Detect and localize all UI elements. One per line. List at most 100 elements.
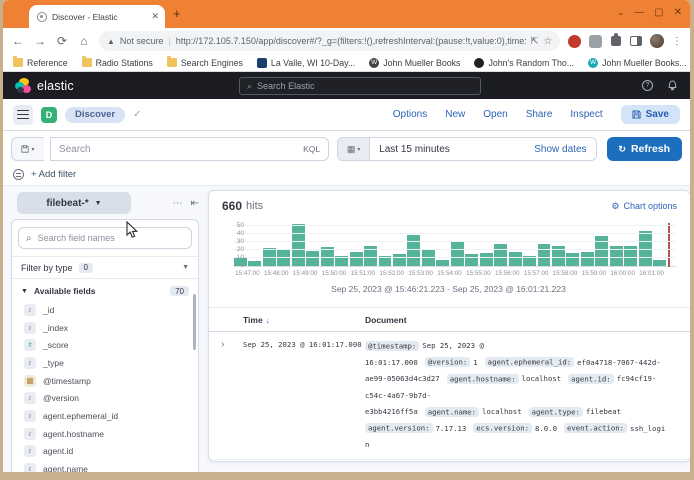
browser-tab[interactable]: Discover - Elastic ✕ (29, 5, 165, 28)
field-item-agentephemeralid[interactable]: tagent.ephemeral_id (12, 407, 198, 425)
save-button[interactable]: Save (621, 105, 680, 124)
url-text[interactable]: http://172.105.7.150/app/discover#/?_g=(… (176, 36, 526, 46)
histogram-bar[interactable] (566, 253, 579, 266)
elastic-logo-icon[interactable] (15, 78, 31, 94)
profile-avatar[interactable] (650, 34, 664, 48)
show-dates-button[interactable]: Show dates (534, 144, 586, 155)
doc-field-key[interactable]: agent.type: (529, 407, 583, 417)
field-item-agentid[interactable]: tagent.id (12, 443, 198, 461)
histogram-bar[interactable] (653, 260, 666, 266)
doc-field-key[interactable]: event.action: (564, 423, 627, 433)
browser-menu-icon[interactable]: ⋮ (672, 36, 682, 47)
field-item-index[interactable]: t_index (12, 319, 198, 337)
global-search-input[interactable]: ⌕ Search Elastic (239, 77, 481, 95)
options-button[interactable]: Options (393, 109, 427, 120)
column-header-document[interactable]: Document (365, 315, 676, 325)
histogram-chart[interactable]: 01020304050 15:47:0015:48:0015:49:0015:5… (217, 223, 680, 301)
histogram-bar[interactable] (436, 260, 449, 266)
histogram-bar[interactable] (494, 244, 507, 266)
back-icon[interactable]: ← (11, 34, 25, 48)
histogram-bar[interactable] (480, 253, 493, 266)
help-icon[interactable]: ? (642, 80, 653, 91)
kql-label[interactable]: KQL (303, 144, 320, 154)
window-minimize-button[interactable]: — (634, 7, 644, 18)
histogram-bar[interactable] (350, 252, 363, 266)
histogram-bar[interactable] (393, 254, 406, 266)
side-panel-icon[interactable] (630, 36, 642, 46)
histogram-bar[interactable] (538, 244, 551, 266)
address-bar[interactable]: ▲ Not secure | http://172.105.7.150/app/… (99, 31, 560, 51)
available-fields-header[interactable]: ▼ Available fields 70 (12, 281, 198, 301)
field-search-input[interactable]: ⌕ Search field names (18, 227, 192, 249)
breadcrumb[interactable]: Discover (65, 107, 125, 123)
not-secure-label[interactable]: Not secure (120, 36, 164, 46)
tab-close-icon[interactable]: ✕ (151, 11, 159, 22)
share-button[interactable]: Share (526, 109, 553, 120)
collapse-sidebar-icon[interactable]: ⇤ (191, 198, 199, 209)
bookmark-item[interactable]: Radio Stations (82, 58, 153, 68)
window-close-button[interactable]: ✕ (674, 7, 682, 18)
home-icon[interactable]: ⌂ (77, 34, 91, 48)
filter-by-type-select[interactable]: Filter by type 0 ▼ (12, 256, 198, 279)
histogram-bar[interactable] (277, 250, 290, 266)
column-header-time[interactable]: Time↓ (243, 315, 365, 325)
field-item-agentname[interactable]: tagent.name (12, 460, 198, 472)
date-quick-menu-button[interactable]: ▦ ▾ (338, 138, 370, 160)
bookmark-star-icon[interactable]: ☆ (543, 36, 552, 47)
doc-field-key[interactable]: @timestamp: (365, 341, 419, 351)
chart-options-button[interactable]: ⚙ Chart options (611, 201, 677, 212)
expand-row-button[interactable]: › (217, 338, 243, 454)
field-settings-icon[interactable]: ⋯ (173, 198, 183, 209)
field-item-id[interactable]: t_id (12, 301, 198, 319)
field-item-score[interactable]: #_score (12, 336, 198, 354)
histogram-bar[interactable] (581, 252, 594, 266)
bookmark-item[interactable]: La Valle, WI 10-Day... (257, 58, 355, 68)
histogram-bar[interactable] (509, 252, 522, 266)
histogram-bar[interactable] (465, 254, 478, 266)
index-pattern-switcher[interactable]: filebeat-* ▼ (17, 192, 131, 214)
add-filter-button[interactable]: + Add filter (31, 169, 76, 180)
saved-query-menu-button[interactable]: ▾ (11, 137, 44, 161)
tab-search-icon[interactable]: ⌄ (617, 8, 624, 17)
doc-field-key[interactable]: @version: (425, 357, 471, 367)
doc-field-key[interactable]: agent.hostname: (447, 374, 519, 384)
histogram-bar[interactable] (451, 242, 464, 266)
not-secure-warning-icon[interactable]: ▲ (107, 37, 115, 46)
doc-field-key[interactable]: agent.version: (365, 423, 433, 433)
field-item-timestamp[interactable]: ▦@timestamp (12, 372, 198, 390)
sidebar-scrollbar[interactable] (193, 294, 196, 350)
forward-icon[interactable]: → (33, 34, 47, 48)
menu-hamburger-icon[interactable] (13, 105, 33, 125)
extension-shield-icon[interactable] (568, 35, 581, 48)
doc-field-key[interactable]: ecs.version: (473, 423, 532, 433)
new-button[interactable]: New (445, 109, 465, 120)
reload-icon[interactable]: ⟳ (55, 34, 69, 48)
histogram-bar[interactable] (422, 250, 435, 266)
query-search-input[interactable]: Search KQL (50, 137, 329, 161)
space-avatar[interactable]: D (41, 107, 57, 123)
share-icon[interactable]: ⇱ (531, 36, 539, 47)
bookmark-item[interactable]: Search Engines (167, 58, 243, 68)
bookmark-item[interactable]: WJohn Mueller Books... (588, 58, 687, 68)
time-range-value[interactable]: Last 15 minutes (379, 144, 534, 155)
refresh-button[interactable]: ↻ Refresh (607, 137, 682, 161)
inspect-button[interactable]: Inspect (570, 109, 602, 120)
histogram-bar[interactable] (407, 235, 420, 266)
extensions-puzzle-icon[interactable] (611, 36, 621, 46)
window-maximize-button[interactable]: ▢ (654, 7, 663, 18)
doc-field-key[interactable]: agent.id: (568, 374, 614, 384)
doc-field-key[interactable]: agent.ephemeral_id: (485, 357, 574, 367)
field-item-type[interactable]: t_type (12, 354, 198, 372)
extension-screenshot-icon[interactable] (589, 35, 602, 48)
alerts-bell-icon[interactable] (667, 80, 678, 92)
open-button[interactable]: Open (483, 109, 507, 120)
bookmark-item[interactable]: Reference (13, 58, 68, 68)
histogram-bar[interactable] (306, 251, 319, 266)
filter-settings-icon[interactable] (13, 169, 24, 180)
field-item-agenthostname[interactable]: tagent.hostname (12, 425, 198, 443)
doc-field-key[interactable]: agent.name: (425, 407, 479, 417)
histogram-bar[interactable] (248, 261, 261, 266)
new-tab-button[interactable]: + (173, 6, 181, 21)
bookmark-item[interactable]: WJohn Mueller Books (369, 58, 460, 68)
bookmark-item[interactable]: John's Random Tho... (474, 58, 574, 68)
